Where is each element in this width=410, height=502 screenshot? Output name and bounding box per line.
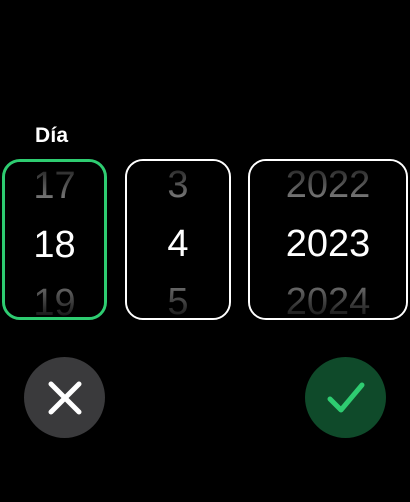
day-selected-value[interactable]: 18 [5,223,104,267]
year-previous-value[interactable]: 2022 [250,163,406,207]
checkmark-icon [327,382,364,412]
active-column-label: Día [35,124,69,147]
year-next-value[interactable]: 2024 [250,280,406,318]
confirm-button[interactable] [305,357,386,438]
close-icon [48,381,81,414]
year-selected-value[interactable]: 2023 [250,222,406,266]
month-selected-value[interactable]: 4 [127,222,229,266]
cancel-button[interactable] [24,357,105,438]
day-picker-wheel[interactable]: 17 18 19 [2,159,107,320]
month-picker-wheel[interactable]: 3 4 5 [125,159,231,320]
year-picker-wheel[interactable]: 2022 2023 2024 [248,159,408,320]
month-next-value[interactable]: 5 [127,280,229,318]
day-previous-value[interactable]: 17 [5,164,104,208]
day-next-value[interactable]: 19 [5,281,104,317]
month-previous-value[interactable]: 3 [127,163,229,207]
date-picker-screen: Día 17 18 19 3 4 5 2022 2023 2024 [0,0,410,502]
